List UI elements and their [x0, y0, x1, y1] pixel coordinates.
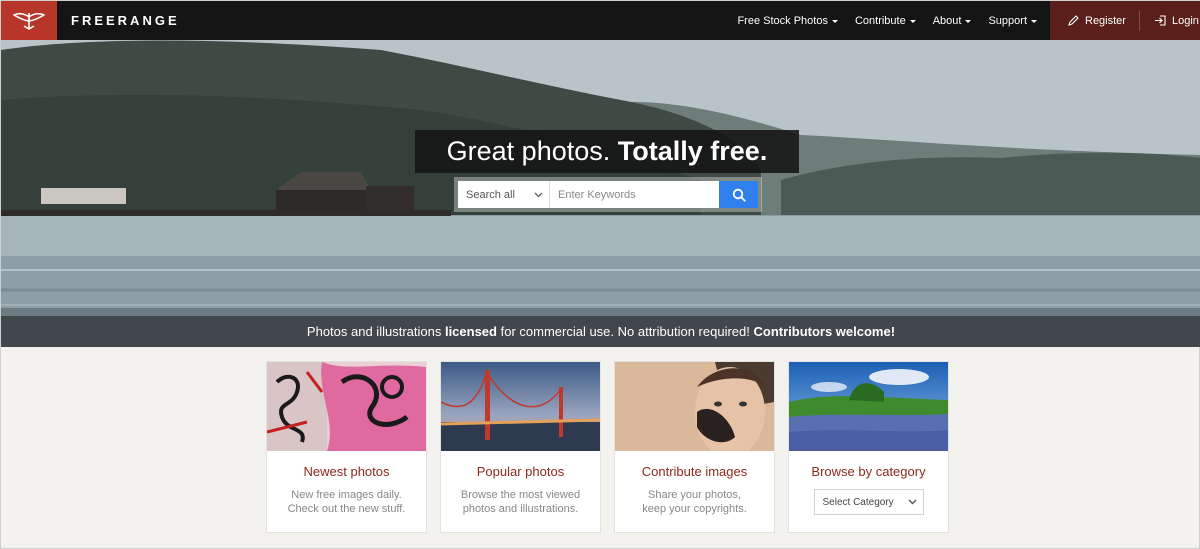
popular-photos-image — [441, 362, 600, 451]
desc-line: Browse the most viewed — [460, 489, 581, 501]
contribute-images-image — [615, 362, 774, 451]
nav-contribute[interactable]: Contribute — [855, 15, 916, 27]
card-popular-photos[interactable]: Popular photos Browse the most viewed pho… — [440, 361, 601, 533]
tagline-licensed: licensed — [444, 324, 497, 339]
newest-photos-image — [267, 362, 426, 451]
nav-label: About — [932, 14, 962, 27]
caret-down-icon — [909, 19, 916, 23]
headline-light: Great photos. — [446, 136, 611, 166]
category-select-value: Select Category — [822, 496, 894, 508]
hero-headline: Great photos. Totally free. — [415, 130, 799, 173]
desc-line: New free images daily. — [291, 489, 402, 501]
nav-label: Free Stock Photos — [737, 14, 828, 27]
nav-about[interactable]: About — [933, 15, 972, 27]
hero-banner: Great photos. Totally free. Search all P… — [1, 40, 1200, 347]
search-category-value: Search all — [466, 188, 515, 201]
brand-name[interactable]: FREERANGE — [71, 1, 180, 40]
register-button[interactable]: Register — [1068, 15, 1126, 27]
browse-category-image — [789, 362, 948, 451]
card-description: Browse the most viewed photos and illustr… — [441, 488, 600, 516]
bird-logo-icon — [13, 12, 45, 30]
top-navbar: FREERANGE Free Stock Photos Contribute A… — [1, 1, 1200, 40]
hero-tagline: Photos and illustrations licensed for co… — [1, 316, 1200, 347]
brand-logo[interactable] — [1, 1, 57, 40]
caret-down-icon — [965, 19, 972, 23]
headline-bold: Totally free. — [617, 136, 768, 166]
tagline-text-2: for commercial use. No attribution requi… — [496, 324, 754, 339]
search-category-select[interactable]: Search all — [458, 181, 550, 208]
caret-down-icon — [831, 19, 838, 23]
card-title: Newest photos — [303, 464, 390, 479]
desc-line: keep your copyrights. — [642, 503, 747, 515]
search-button[interactable] — [719, 181, 758, 208]
register-label: Register — [1085, 14, 1126, 27]
nav-support[interactable]: Support — [988, 15, 1037, 27]
chevron-down-icon — [534, 192, 543, 197]
desc-line: Share your photos, — [648, 489, 741, 501]
nav-label: Support — [988, 14, 1027, 27]
chevron-down-icon — [908, 499, 916, 505]
caret-down-icon — [1031, 19, 1037, 23]
tagline-text-1: Photos and illustrations — [306, 324, 445, 339]
card-title: Browse by category — [811, 464, 926, 479]
search-icon — [732, 188, 746, 202]
login-icon — [1154, 15, 1166, 26]
search-bar: Search all — [454, 177, 762, 212]
feature-cards: Newest photos New free images daily. Chec… — [266, 361, 949, 533]
card-title: Contribute images — [641, 464, 748, 479]
desc-line: photos and illustrations. — [462, 503, 579, 515]
pencil-icon — [1068, 15, 1079, 26]
login-label: Login — [1171, 14, 1199, 27]
auth-area: Register Login — [1050, 1, 1200, 40]
nav-free-stock-photos[interactable]: Free Stock Photos — [737, 15, 838, 27]
search-input[interactable] — [550, 181, 719, 208]
card-newest-photos[interactable]: Newest photos New free images daily. Chec… — [266, 361, 427, 533]
category-select[interactable]: Select Category — [813, 489, 924, 515]
card-description: Share your photos, keep your copyrights. — [615, 488, 774, 516]
nav-label: Contribute — [854, 14, 906, 27]
card-description: New free images daily. Check out the new … — [267, 488, 426, 516]
card-contribute-images[interactable]: Contribute images Share your photos, keep… — [614, 361, 775, 533]
auth-divider — [1138, 10, 1140, 31]
login-button[interactable]: Login — [1154, 15, 1199, 27]
card-browse-by-category[interactable]: Browse by category Select Category — [788, 361, 949, 533]
card-title: Popular photos — [476, 464, 565, 479]
desc-line: Check out the new stuff. — [287, 503, 406, 515]
tagline-contributors: Contributors welcome! — [753, 324, 896, 339]
main-nav: Free Stock Photos Contribute About Suppo… — [720, 1, 1037, 40]
